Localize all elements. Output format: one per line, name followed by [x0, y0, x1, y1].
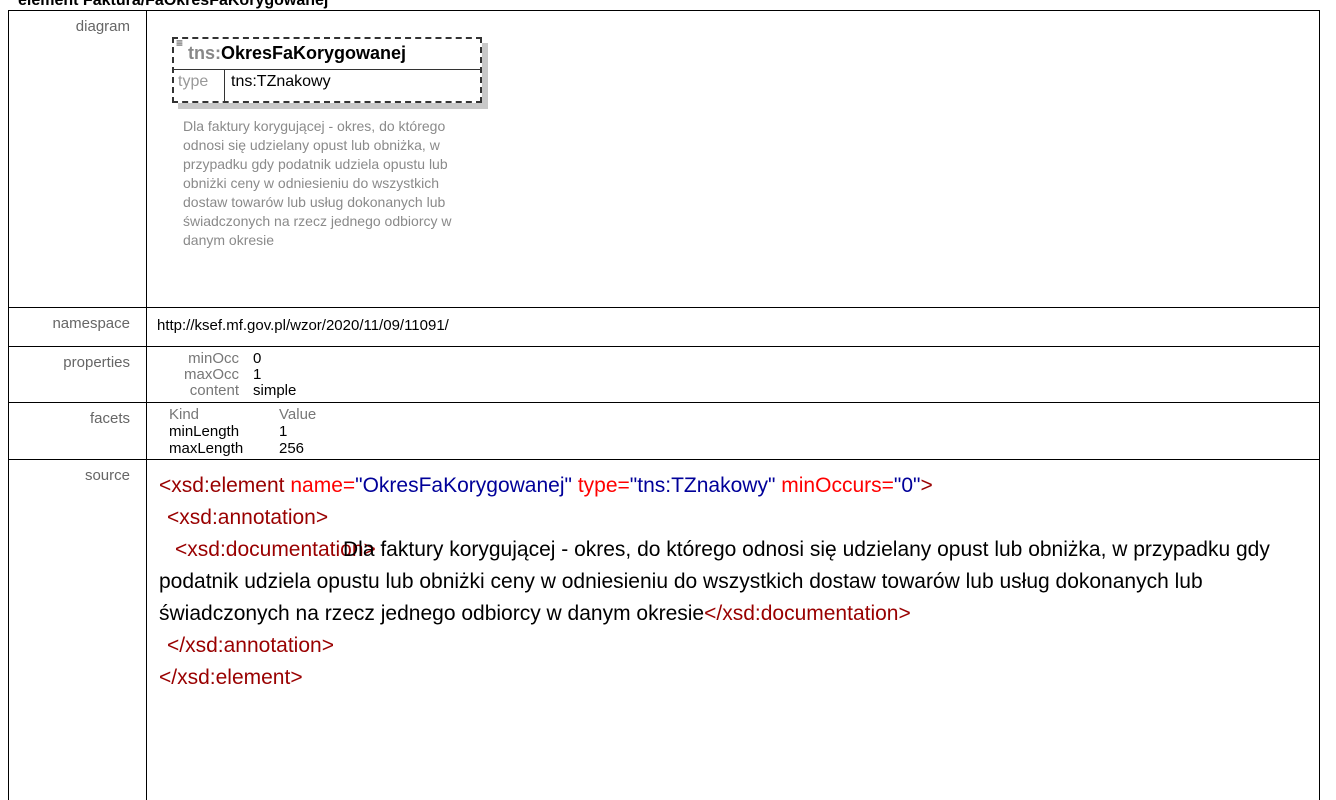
row-label-namespace: namespace: [9, 308, 147, 347]
row-label-diagram: diagram: [9, 11, 147, 308]
diagram-cell: ≡ tns:OkresFaKorygowanej type tns:TZnako…: [147, 11, 1320, 308]
list-icon: ≡: [176, 38, 183, 48]
facets-cell: KindValue minLength1 maxLength256: [147, 403, 1320, 460]
element-doc-table: diagram ≡ tns:OkresFaKorygowanej type tn…: [8, 10, 1320, 800]
property-row: minOcc0: [169, 351, 296, 367]
namespace-cell: http://ksef.mf.gov.pl/wzor/2020/11/09/11…: [147, 308, 1320, 347]
namespace-row: namespace http://ksef.mf.gov.pl/wzor/202…: [9, 308, 1320, 347]
namespace-value: http://ksef.mf.gov.pl/wzor/2020/11/09/11…: [157, 308, 1319, 334]
properties-cell: minOcc0 maxOcc1 contentsimple: [147, 347, 1320, 403]
element-name: tns:OkresFaKorygowanej: [188, 43, 406, 64]
facets-row: facets KindValue minLength1 maxLength256: [9, 403, 1320, 460]
source-row: source <xsd:element name="OkresFaKorygow…: [9, 460, 1320, 800]
type-value: tns:TZnakowy: [231, 73, 331, 91]
element-diagram-box[interactable]: ≡ tns:OkresFaKorygowanej type tns:TZnako…: [172, 37, 482, 103]
type-label: type: [178, 73, 208, 91]
properties-row: properties minOcc0 maxOcc1 contentsimple: [9, 347, 1320, 403]
xsd-source-code: <xsd:element name="OkresFaKorygowanej" t…: [159, 470, 1309, 694]
diagram-documentation: Dla faktury korygującej - okres, do któr…: [183, 117, 483, 250]
row-label-facets: facets: [9, 403, 147, 460]
row-label-source: source: [9, 460, 147, 800]
facet-row: minLength1: [169, 423, 316, 440]
source-line: </xsd:annotation>: [159, 630, 1309, 662]
facet-row: maxLength256: [169, 440, 316, 457]
source-line: <xsd:annotation>: [159, 502, 1309, 534]
type-divider: [224, 70, 225, 101]
facets-table: KindValue minLength1 maxLength256: [169, 406, 316, 457]
properties-list: minOcc0 maxOcc1 contentsimple: [169, 351, 296, 399]
diagram-row: diagram ≡ tns:OkresFaKorygowanej type tn…: [9, 11, 1320, 308]
property-row: maxOcc1: [169, 367, 296, 383]
row-label-properties: properties: [9, 347, 147, 403]
source-line: </xsd:element>: [159, 662, 1309, 694]
source-cell: <xsd:element name="OkresFaKorygowanej" t…: [147, 460, 1320, 800]
source-line: <xsd:element name="OkresFaKorygowanej" t…: [159, 470, 1309, 502]
diagram-divider: [174, 69, 480, 70]
facets-header: KindValue: [169, 406, 316, 423]
property-row: contentsimple: [169, 383, 296, 399]
